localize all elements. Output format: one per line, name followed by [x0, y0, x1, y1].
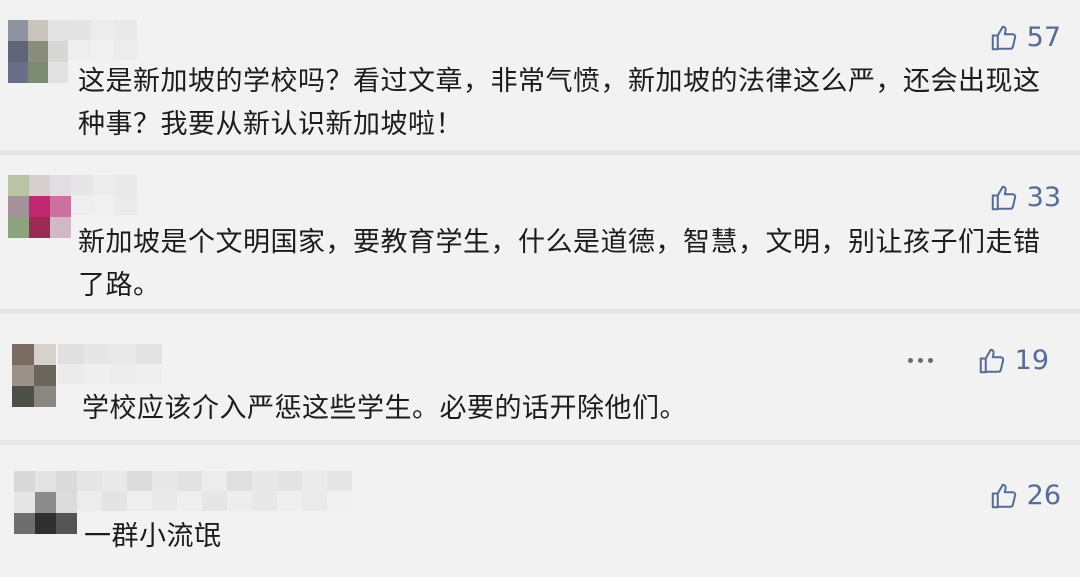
more-options-button[interactable] [908, 358, 933, 363]
comment-item: 33 新加坡是个文明国家，要教育学生，什么是道德，智慧，文明，别让孩子们走错了路… [0, 155, 1080, 309]
thumbs-up-icon [979, 348, 1004, 373]
comment-item: 19 学校应该介入严惩这些学生。必要的话开除他们。 [0, 314, 1080, 440]
nickname[interactable] [71, 175, 137, 215]
like-count: 57 [1026, 22, 1061, 53]
thumbs-up-icon [991, 185, 1016, 210]
avatar[interactable] [12, 344, 56, 407]
thumbs-up-icon [991, 483, 1016, 508]
thumbs-up-icon [991, 25, 1016, 50]
more-dots-icon [918, 358, 923, 363]
comment-text: 一群小流氓 [84, 521, 222, 552]
like-button[interactable]: 19 [977, 345, 1049, 376]
more-dots-icon [908, 358, 913, 363]
more-dots-icon [928, 358, 933, 363]
nickname[interactable] [77, 471, 352, 511]
comment-item: 57 这是新加坡的学校吗？看过文章，非常气愤，新加坡的法律这么严，还会出现这种事… [0, 0, 1080, 150]
like-count: 33 [1026, 182, 1061, 213]
comment-text: 新加坡是个文明国家，要教育学生，什么是道德，智慧，文明，别让孩子们走错了路。 [78, 227, 1041, 301]
nickname[interactable] [58, 344, 162, 384]
nickname[interactable] [68, 20, 137, 60]
comment-text: 这是新加坡的学校吗？看过文章，非常气愤，新加坡的法律这么严，还会出现这种事？我要… [78, 66, 1041, 140]
avatar[interactable] [8, 20, 68, 83]
like-button[interactable]: 33 [989, 182, 1061, 213]
like-count: 19 [1014, 345, 1049, 376]
comment-text: 学校应该介入严惩这些学生。必要的话开除他们。 [82, 393, 687, 424]
like-count: 26 [1026, 480, 1061, 511]
avatar[interactable] [14, 471, 77, 534]
avatar[interactable] [8, 175, 71, 238]
like-button[interactable]: 57 [989, 22, 1061, 53]
like-button[interactable]: 26 [989, 480, 1061, 511]
comment-item: 26 一群小流氓 [0, 445, 1080, 577]
